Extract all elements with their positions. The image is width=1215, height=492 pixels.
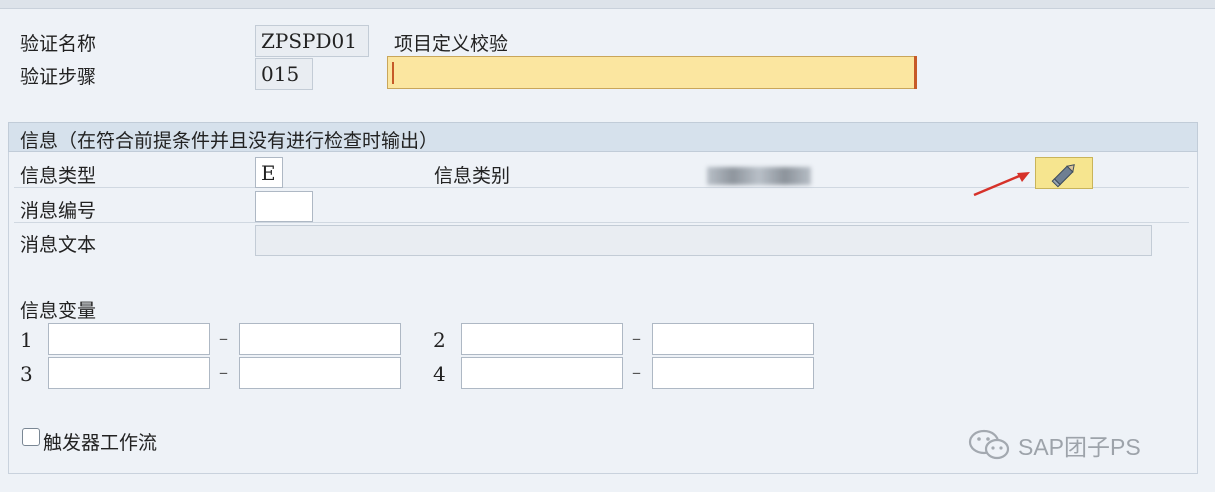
validation-step-label: 验证步骤 [20, 66, 97, 88]
variable-4-from-field[interactable] [461, 357, 623, 389]
variable-1-to-field[interactable] [239, 323, 401, 355]
variable-3-to-field[interactable] [239, 357, 401, 389]
wechat-icon [968, 429, 1010, 460]
message-class-label: 信息类别 [434, 165, 511, 187]
message-class-value-blurred [707, 167, 811, 185]
variable-row-number: 2 [433, 328, 446, 352]
pencil-icon [1051, 164, 1075, 188]
message-type-label: 信息类型 [20, 165, 97, 187]
message-number-field[interactable] [255, 191, 313, 222]
variable-4-to-field[interactable] [652, 357, 814, 389]
range-separator: – [219, 362, 228, 383]
variable-row-number: 3 [20, 362, 33, 386]
message-text-label: 消息文本 [20, 234, 97, 256]
variable-2-from-field[interactable] [461, 323, 623, 355]
row-divider [14, 222, 1189, 223]
message-text-field[interactable] [255, 225, 1152, 256]
edit-message-button[interactable] [1035, 157, 1093, 189]
range-separator: – [632, 362, 641, 383]
trigger-workflow-checkbox[interactable] [22, 428, 40, 446]
validation-step-field[interactable]: 015 [255, 58, 313, 90]
message-type-field[interactable]: E [255, 157, 283, 188]
window-top-bar [0, 0, 1215, 9]
required-field-marker [911, 56, 917, 89]
range-separator: – [632, 328, 641, 349]
trigger-workflow-label: 触发器工作流 [43, 432, 158, 454]
step-description-input[interactable] [387, 56, 917, 89]
message-number-label: 消息编号 [20, 200, 97, 222]
variable-row-number: 1 [20, 328, 33, 352]
variable-3-from-field[interactable] [48, 357, 210, 389]
message-variables-label: 信息变量 [20, 300, 97, 322]
validation-name-label: 验证名称 [20, 33, 97, 55]
variable-2-to-field[interactable] [652, 323, 814, 355]
watermark: SAP团子PS [968, 428, 1141, 462]
variable-row-number: 4 [433, 362, 446, 386]
message-group-title: 信息（在符合前提条件并且没有进行检查时输出） [20, 130, 439, 152]
variable-1-from-field[interactable] [48, 323, 210, 355]
text-cursor [392, 62, 394, 84]
validation-name-field[interactable]: ZPSPD01 [255, 25, 369, 57]
range-separator: – [219, 328, 228, 349]
watermark-text: SAP团子PS [1018, 434, 1141, 460]
validation-name-description: 项目定义校验 [394, 33, 509, 55]
red-arrow-annotation [973, 172, 1030, 197]
